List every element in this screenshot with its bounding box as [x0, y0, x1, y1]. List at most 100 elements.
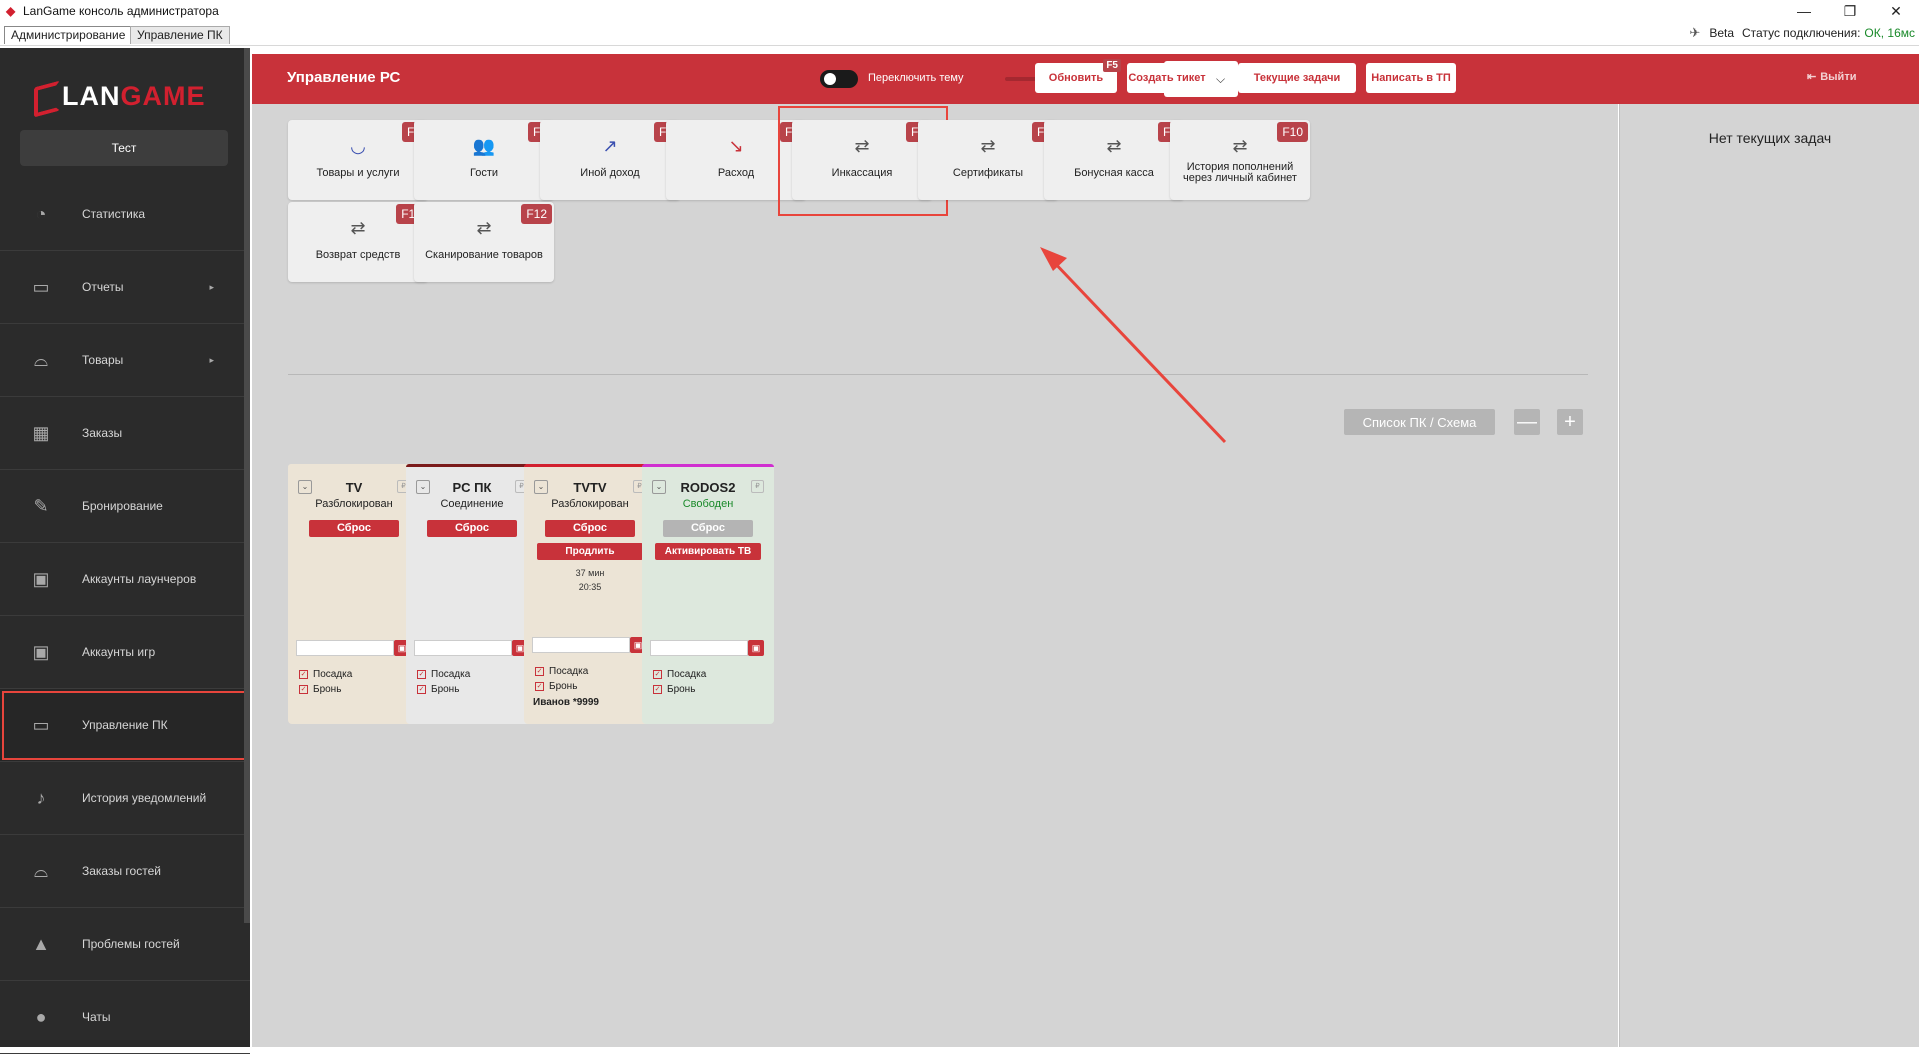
- chevron-down-icon: ⌵: [1215, 71, 1226, 86]
- sidebar-item-11[interactable]: ● Чаты: [0, 981, 250, 1054]
- checkbox-checked-icon: ✓: [299, 685, 308, 694]
- theme-toggle-label: Переключить тему: [868, 72, 964, 84]
- create-ticket-button[interactable]: Создать тикет: [1127, 63, 1207, 93]
- pc-reset-button[interactable]: Сброс: [427, 520, 517, 537]
- pc-reset-button[interactable]: Сброс: [309, 520, 399, 537]
- window-title: LanGame консоль администратора: [23, 4, 219, 18]
- checkbox-checked-icon: ✓: [653, 670, 662, 679]
- operation-button-f3[interactable]: ↗Иной доходF3: [540, 120, 680, 200]
- sidebar-item-8[interactable]: ♪ История уведомлений: [0, 762, 250, 835]
- pc-card[interactable]: TVTV ⌄ ₽ Разблокирован Сброс Продлить 37 мин 20…: [524, 464, 656, 724]
- pc-booking-checkbox[interactable]: ✓ Бронь: [653, 684, 695, 695]
- pc-state: Разблокирован: [315, 498, 393, 510]
- sidebar-item-label: Чаты: [82, 1010, 111, 1024]
- monitor-icon: ▭: [32, 715, 50, 735]
- sidebar-item-label: Проблемы гостей: [82, 937, 180, 951]
- no-tasks-label: Нет текущих задач: [1708, 130, 1832, 146]
- sidebar-item-5[interactable]: ▣ Аккаунты лаунчеров: [0, 543, 250, 616]
- pc-reset-button[interactable]: Сброс: [545, 520, 635, 537]
- sidebar-item-6[interactable]: ▣ Аккаунты игр: [0, 616, 250, 689]
- chevron-right-icon: ▸: [209, 354, 214, 365]
- refresh-key-badge: F5: [1103, 59, 1121, 72]
- pc-state: Разблокирован: [551, 498, 629, 510]
- zoom-in-button[interactable]: +: [1557, 409, 1583, 435]
- tab-pc-management[interactable]: Управление ПК: [130, 26, 230, 44]
- checkbox-label: Бронь: [667, 684, 696, 695]
- report-icon: ▭: [32, 277, 50, 297]
- pc-expand-toggle[interactable]: ⌄: [534, 480, 548, 494]
- sidebar-item-label: Статистика: [82, 207, 146, 221]
- beta-label: Beta: [1709, 26, 1735, 40]
- pc-seat-checkbox[interactable]: ✓ Посадка: [535, 666, 588, 677]
- pc-comment-input[interactable]: [532, 637, 630, 653]
- window-titlebar: ◆ LanGame консоль администратора — ❐ ✕: [0, 0, 1919, 22]
- bell-icon: ♪: [36, 788, 46, 808]
- sidebar-item-0[interactable]: ◔ Статистика: [0, 178, 250, 251]
- chevron-right-icon: ▸: [209, 281, 214, 292]
- sidebar-item-10[interactable]: ▲ Проблемы гостей: [0, 908, 250, 981]
- hotkey-badge: F12: [521, 204, 552, 224]
- logout-button[interactable]: ⇤ Выйти: [1807, 70, 1856, 84]
- close-button[interactable]: ✕: [1873, 0, 1919, 22]
- theme-toggle[interactable]: [820, 70, 858, 88]
- chat-icon: ●: [35, 1007, 47, 1027]
- pc-expand-toggle[interactable]: ⌄: [416, 480, 430, 494]
- sidebar-item-2[interactable]: ⌓ Товары ▸: [0, 324, 250, 397]
- sidebar-item-3[interactable]: ▦ Заказы: [0, 397, 250, 470]
- save-icon[interactable]: ▣: [748, 640, 764, 656]
- operation-button-f10[interactable]: ⇄ История пополнений через личный кабинет…: [1170, 120, 1310, 200]
- operation-button-f9[interactable]: ⇄Бонусная кассаF9: [1044, 120, 1184, 200]
- operation-button-f12[interactable]: ⇄ Сканирование товаров F12: [414, 202, 554, 282]
- checkbox-label: Посадка: [667, 669, 707, 680]
- restore-button[interactable]: ❐: [1827, 0, 1873, 22]
- current-tasks-button[interactable]: Текущие задачи: [1238, 63, 1356, 93]
- sidebar-item-4[interactable]: ✎ Бронирование: [0, 470, 250, 543]
- pc-seat-checkbox[interactable]: ✓ Посадка: [653, 669, 706, 680]
- pc-booking-checkbox[interactable]: ✓ Бронь: [535, 681, 577, 692]
- sidebar-scrollbar[interactable]: [244, 48, 250, 923]
- pc-card[interactable]: TV ⌄ ₽ Разблокирован Сброс ▣ ✓ Посадка ✓ Бронь: [288, 464, 420, 724]
- operation-label: Иной доход: [580, 167, 640, 179]
- refresh-button[interactable]: Обновить F5: [1035, 59, 1121, 93]
- pc-booked-by: Иванов *9999: [533, 697, 599, 708]
- pc-seat-checkbox[interactable]: ✓ Посадка: [417, 669, 470, 680]
- langame-logo: LANGAME: [30, 78, 206, 114]
- pc-ruble-icon[interactable]: ₽: [751, 480, 764, 493]
- pc-reset-button[interactable]: Сброс: [663, 520, 753, 537]
- tab-administration[interactable]: Администрирование: [4, 26, 133, 44]
- operation-button-f11[interactable]: ⇄ Возврат средств F11: [288, 202, 428, 282]
- pc-comment-input[interactable]: [414, 640, 512, 656]
- sidebar-item-1[interactable]: ▭ Отчеты ▸: [0, 251, 250, 324]
- pc-expand-toggle[interactable]: ⌄: [652, 480, 666, 494]
- logo-mark-icon: [30, 80, 58, 112]
- pc-extra-button[interactable]: Продлить: [537, 543, 643, 560]
- cloche-icon: ⌓: [33, 861, 49, 881]
- write-support-button[interactable]: Написать в ТП: [1366, 63, 1456, 93]
- zoom-out-button[interactable]: —: [1514, 409, 1540, 435]
- sidebar-item-9[interactable]: ⌓ Заказы гостей: [0, 835, 250, 908]
- pc-comment-input[interactable]: [650, 640, 748, 656]
- operation-label: История пополнений через личный кабинет: [1183, 161, 1297, 184]
- checkbox-checked-icon: ✓: [535, 667, 544, 676]
- pc-card[interactable]: RODOS2 ⌄ ₽ Свободен Сброс Активировать ТВ ▣ ✓ По…: [642, 464, 774, 724]
- operation-label: Товары и услуги: [316, 167, 400, 179]
- pc-extra-button[interactable]: Активировать ТВ: [655, 543, 761, 560]
- operation-button-f8[interactable]: ⇄СертификатыF8: [918, 120, 1058, 200]
- pc-card[interactable]: PC ПК ⌄ ₽ Соединение Сброс ▣ ✓ Посадка ✓ Бронь: [406, 464, 538, 724]
- connection-status: ✈ Beta Статус подключения: ОК, 16мс: [1689, 26, 1915, 41]
- pc-comment-input[interactable]: [296, 640, 394, 656]
- minimize-button[interactable]: —: [1781, 0, 1827, 22]
- operation-button-f1[interactable]: ◡Товары и услугиF1: [288, 120, 428, 200]
- pc-time-left: 37 мин: [575, 568, 605, 578]
- sidebar-item-7[interactable]: ▭ Управление ПК: [0, 689, 250, 762]
- list-scheme-toggle[interactable]: Список ПК / Схема: [1344, 409, 1495, 435]
- section-divider: [288, 374, 1588, 375]
- pc-booking-checkbox[interactable]: ✓ Бронь: [299, 684, 341, 695]
- operation-button-f2[interactable]: 👥ГостиF2: [414, 120, 554, 200]
- pc-seat-checkbox[interactable]: ✓ Посадка: [299, 669, 352, 680]
- pc-booking-checkbox[interactable]: ✓ Бронь: [417, 684, 459, 695]
- pc-expand-toggle[interactable]: ⌄: [298, 480, 312, 494]
- sidebar-item-label: Заказы: [82, 426, 123, 440]
- operation-button-f7[interactable]: ⇄ИнкассацияF7: [778, 106, 948, 216]
- user-pill[interactable]: Тест: [20, 130, 228, 166]
